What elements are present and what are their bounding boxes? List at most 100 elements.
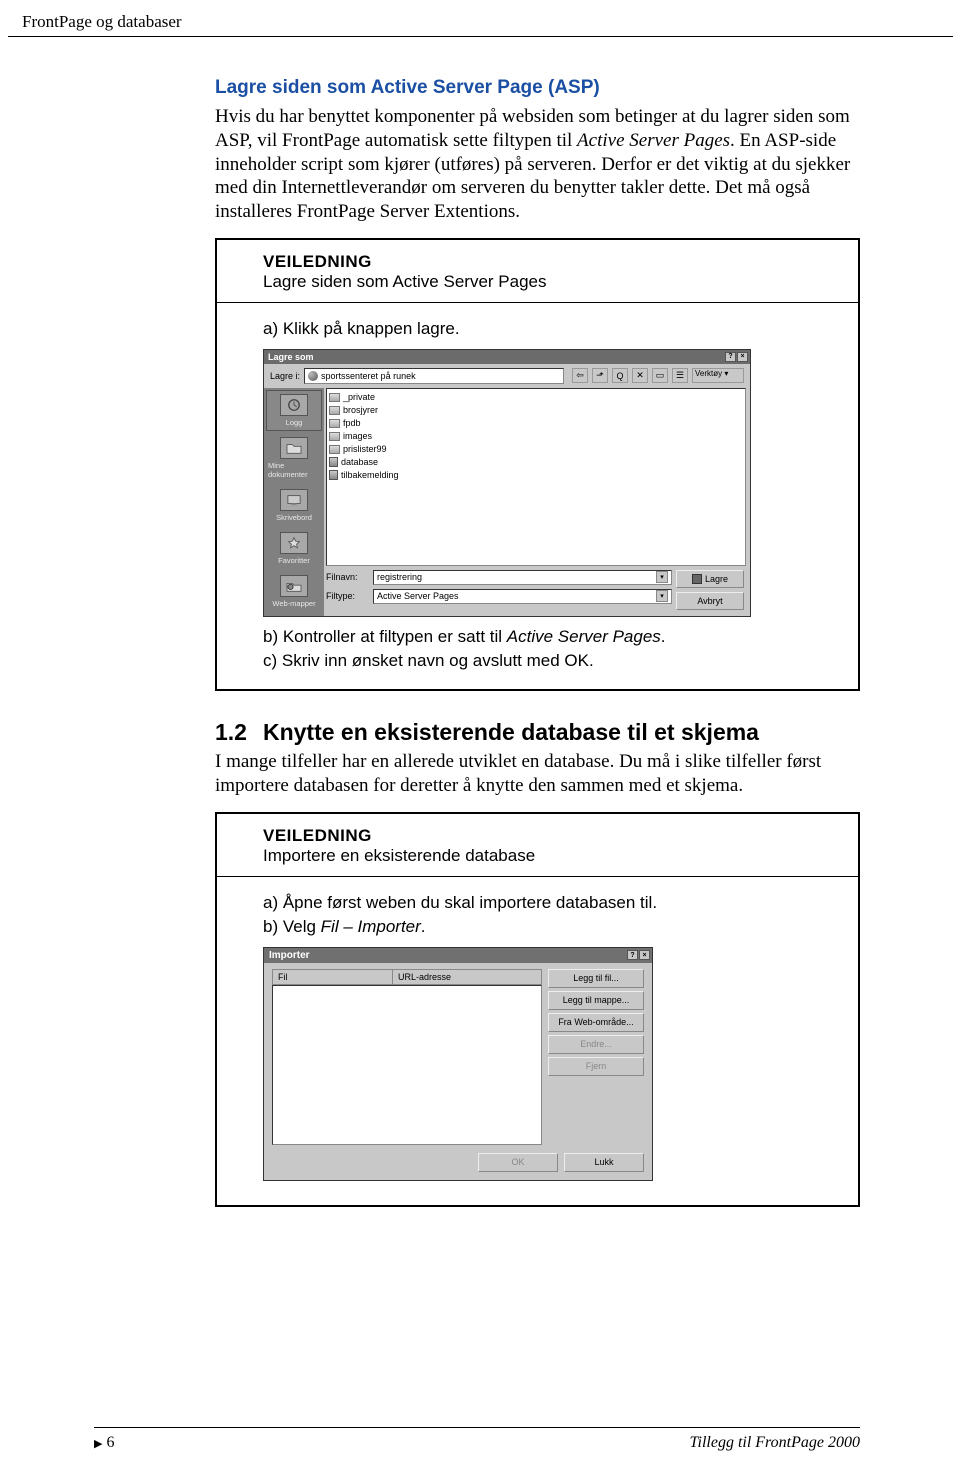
filetype-label: Filtype:: [326, 591, 368, 601]
section-1-2-para: I mange tilfeller har en allerede utvikl…: [215, 750, 860, 798]
up-folder-icon[interactable]: ⬏: [592, 368, 608, 383]
step-b-italic: Active Server Pages: [507, 627, 661, 646]
places-mydocs[interactable]: Mine dokumenter: [266, 433, 322, 483]
box2-label: VEILEDNING: [263, 826, 830, 846]
cancel-button[interactable]: Avbryt: [676, 592, 744, 610]
places-desktop[interactable]: Skrivebord: [266, 485, 322, 526]
file-name: prislister99: [343, 444, 387, 454]
file-item[interactable]: images: [329, 430, 743, 443]
file-name: images: [343, 431, 372, 441]
file-name: tilbakemelding: [341, 470, 399, 480]
remove-button: Fjern: [548, 1057, 644, 1076]
places-webfolders[interactable]: Web-mapper: [266, 571, 322, 612]
filename-input[interactable]: registrering ▾: [373, 570, 672, 585]
places-desktop-label: Skrivebord: [276, 513, 312, 522]
page-running-header: FrontPage og databaser: [8, 0, 953, 37]
places-history[interactable]: Logg: [266, 390, 322, 431]
new-folder-icon[interactable]: ▭: [652, 368, 668, 383]
box2-subtitle: Importere en eksisterende database: [263, 846, 830, 866]
file-item[interactable]: fpdb: [329, 417, 743, 430]
box1-step-b: b) Kontroller at filtypen er satt til Ac…: [263, 627, 830, 647]
chevron-down-icon[interactable]: ▾: [656, 590, 668, 602]
asp-paragraph: Hvis du har benyttet komponenter på webs…: [215, 105, 860, 224]
filename-value: registrering: [377, 572, 422, 582]
database-icon: [329, 457, 338, 467]
dialog-title: Importer: [269, 950, 310, 961]
section-1-2-heading: 1.2 Knytte en eksisterende database til …: [215, 719, 860, 747]
webfolder-icon: [280, 575, 308, 597]
file-item[interactable]: prislister99: [329, 443, 743, 456]
dialog-titlebar: Lagre som ? ×: [264, 350, 750, 364]
places-history-label: Logg: [286, 418, 303, 427]
places-mydocs-label: Mine dokumenter: [268, 461, 320, 479]
history-icon: [280, 394, 308, 416]
save-as-dialog: Lagre som ? × Lagre i: sportssenteret på…: [263, 349, 751, 617]
save-in-value: sportssenteret på runek: [321, 371, 416, 381]
ok-button: OK: [478, 1153, 558, 1172]
import-dialog: Importer ? × Fil URL-: [263, 947, 653, 1181]
page-footer: ▶ 6 Tillegg til FrontPage 2000: [0, 1427, 960, 1452]
folder-icon: [329, 419, 340, 428]
file-item[interactable]: _private: [329, 391, 743, 404]
filetype-dropdown[interactable]: Active Server Pages ▾: [373, 589, 672, 604]
close-icon[interactable]: ×: [639, 950, 650, 960]
filetype-value: Active Server Pages: [377, 591, 459, 601]
from-web-button[interactable]: Fra Web-område...: [548, 1013, 644, 1032]
file-item[interactable]: brosjyrer: [329, 404, 743, 417]
cancel-button-label: Avbryt: [697, 596, 722, 606]
save-button[interactable]: Lagre: [676, 570, 744, 588]
box1-step-a: a) Klikk på knappen lagre.: [263, 319, 830, 339]
filename-label: Filnavn:: [326, 572, 368, 582]
disk-icon: [692, 574, 702, 584]
desktop-icon: [280, 489, 308, 511]
file-name: database: [341, 457, 378, 467]
help-icon[interactable]: ?: [627, 950, 638, 960]
section-title: Knytte en eksisterende database til et s…: [263, 719, 759, 747]
views-icon[interactable]: ☰: [672, 368, 688, 383]
step-b-italic: Fil – Importer: [321, 917, 421, 936]
help-icon[interactable]: ?: [725, 352, 736, 362]
close-icon[interactable]: ×: [737, 352, 748, 362]
folder-icon: [329, 445, 340, 454]
save-button-label: Lagre: [705, 574, 728, 584]
file-item[interactable]: tilbakemelding: [329, 469, 743, 482]
col-url[interactable]: URL-adresse: [393, 970, 541, 984]
database-icon: [329, 470, 338, 480]
box1-step-c: c) Skriv inn ønsket navn og avslutt med …: [263, 651, 830, 671]
import-file-list[interactable]: [272, 985, 542, 1145]
file-list[interactable]: _private brosjyrer fpdb images prisliste…: [326, 388, 746, 566]
back-icon[interactable]: ⇦: [572, 368, 588, 383]
places-bar: Logg Mine dokumenter Skrivebord: [264, 388, 324, 616]
save-in-label: Lagre i:: [270, 371, 300, 381]
box2-step-b: b) Velg Fil – Importer.: [263, 917, 830, 937]
change-button: Endre...: [548, 1035, 644, 1054]
folder-icon: [280, 437, 308, 459]
file-name: _private: [343, 392, 375, 402]
tools-dropdown[interactable]: Verktøy ▾: [692, 368, 744, 383]
folder-icon: [329, 432, 340, 441]
step-b-post: .: [421, 917, 426, 936]
save-in-dropdown[interactable]: sportssenteret på runek: [304, 368, 564, 384]
globe-icon: [308, 371, 318, 381]
veiledning-box-save: VEILEDNING Lagre siden som Active Server…: [215, 238, 860, 691]
add-file-button[interactable]: Legg til fil...: [548, 969, 644, 988]
step-b-post: .: [661, 627, 666, 646]
delete-icon[interactable]: ✕: [632, 368, 648, 383]
chevron-down-icon[interactable]: ▾: [656, 571, 668, 583]
asp-heading: Lagre siden som Active Server Page (ASP): [215, 77, 860, 99]
close-button[interactable]: Lukk: [564, 1153, 644, 1172]
import-list-header: Fil URL-adresse: [272, 969, 542, 985]
section-number: 1.2: [215, 719, 247, 746]
add-folder-button[interactable]: Legg til mappe...: [548, 991, 644, 1010]
veiledning-box-import: VEILEDNING Importere en eksisterende dat…: [215, 812, 860, 1207]
places-favorites[interactable]: Favoritter: [266, 528, 322, 569]
search-web-icon[interactable]: Q: [612, 368, 628, 383]
star-icon: [280, 532, 308, 554]
col-file[interactable]: Fil: [273, 970, 393, 984]
box1-subtitle: Lagre siden som Active Server Pages: [263, 272, 830, 292]
places-favorites-label: Favoritter: [278, 556, 310, 565]
dialog-titlebar: Importer ? ×: [264, 948, 652, 963]
footer-right-text: Tillegg til FrontPage 2000: [689, 1434, 860, 1452]
file-item[interactable]: database: [329, 456, 743, 469]
asp-para-italic: Active Server Pages: [577, 130, 730, 151]
